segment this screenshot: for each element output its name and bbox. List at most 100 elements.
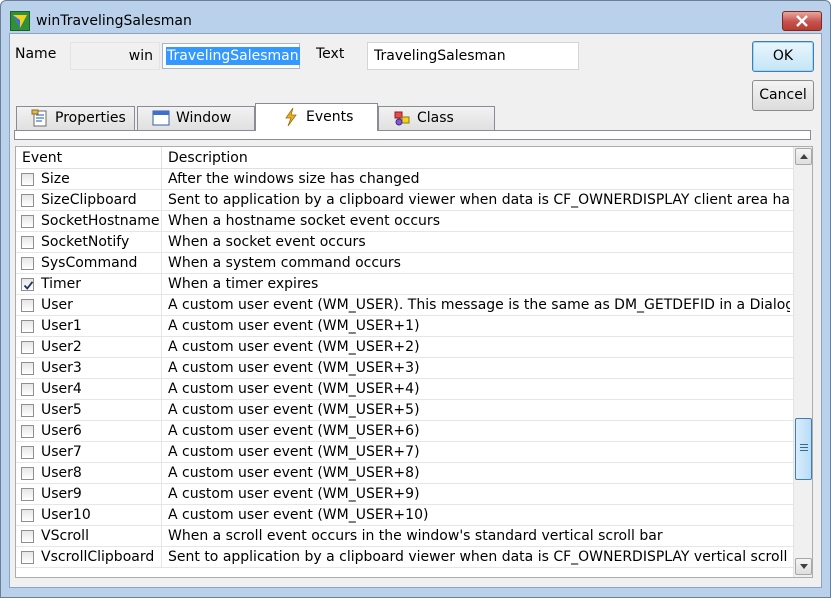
table-row[interactable]: Timer When a timer expires [16, 274, 793, 295]
event-checkbox[interactable] [21, 257, 34, 270]
event-cell: SysCommand [16, 253, 162, 274]
table-row[interactable]: User9 A custom user event (WM_USER+9) [16, 484, 793, 505]
event-cell: SizeClipboard [16, 190, 162, 211]
event-cell: User7 [16, 442, 162, 463]
event-checkbox[interactable] [21, 320, 34, 333]
table-row[interactable]: User3 A custom user event (WM_USER+3) [16, 358, 793, 379]
column-header-description[interactable]: Description [162, 147, 793, 169]
event-name: User [41, 297, 73, 313]
table-row[interactable]: User A custom user event (WM_USER). This … [16, 295, 793, 316]
event-description: Sent to application by a clipboard viewe… [168, 192, 790, 208]
checkmark-icon [23, 281, 34, 290]
event-description: When a hostname socket event occurs [168, 213, 440, 229]
text-input[interactable]: TravelingSalesman [367, 42, 579, 70]
table-row[interactable]: User10 A custom user event (WM_USER+10) [16, 505, 793, 526]
event-cell: User2 [16, 337, 162, 358]
scroll-thumb[interactable] [795, 418, 812, 480]
table-row[interactable]: User8 A custom user event (WM_USER+8) [16, 463, 793, 484]
event-description: When a scroll event occurs in the window… [168, 528, 663, 544]
lightning-icon [285, 108, 297, 126]
name-prefix-field: win [70, 42, 160, 70]
class-icon [394, 111, 410, 126]
event-checkbox[interactable] [21, 383, 34, 396]
table-row[interactable]: User4 A custom user event (WM_USER+4) [16, 379, 793, 400]
tab-class[interactable]: Class [378, 106, 495, 130]
name-input-value: TravelingSalesman [166, 47, 300, 65]
event-checkbox[interactable] [21, 236, 34, 249]
arrow-up-icon [800, 154, 808, 159]
grid-rows: Size After the windows size has changed Si… [16, 169, 793, 568]
event-checkbox[interactable] [21, 551, 34, 564]
event-description: After the windows size has changed [168, 171, 420, 187]
table-row[interactable]: User2 A custom user event (WM_USER+2) [16, 337, 793, 358]
event-description: A custom user event (WM_USER+10) [168, 507, 429, 523]
arrow-down-icon [800, 564, 808, 569]
event-cell: VScroll [16, 526, 162, 547]
table-row[interactable]: VScroll When a scroll event occurs in the… [16, 526, 793, 547]
event-checkbox[interactable] [21, 173, 34, 186]
tab-window[interactable]: Window [137, 106, 255, 130]
event-checkbox[interactable] [21, 488, 34, 501]
column-header-event[interactable]: Event [16, 147, 162, 169]
event-checkbox[interactable] [21, 341, 34, 354]
event-name: SizeClipboard [41, 192, 137, 208]
event-checkbox[interactable] [21, 299, 34, 312]
tab-panel [14, 130, 811, 140]
tab-properties[interactable]: Properties [16, 106, 135, 130]
ok-button[interactable]: OK [752, 41, 814, 72]
scroll-down-button[interactable] [795, 558, 812, 575]
event-checkbox[interactable] [21, 362, 34, 375]
event-checkbox[interactable] [21, 278, 34, 291]
event-description: A custom user event (WM_USER+8) [168, 465, 420, 481]
event-cell: Timer [16, 274, 162, 295]
event-checkbox[interactable] [21, 425, 34, 438]
table-row[interactable]: User6 A custom user event (WM_USER+6) [16, 421, 793, 442]
event-name: User9 [41, 486, 82, 502]
table-row[interactable]: Size After the windows size has changed [16, 169, 793, 190]
table-row[interactable]: User5 A custom user event (WM_USER+5) [16, 400, 793, 421]
table-row[interactable]: VscrollClipboard Sent to application by a… [16, 547, 793, 568]
title-bar[interactable]: winTravelingSalesman [1, 1, 830, 33]
event-name: User6 [41, 423, 82, 439]
event-checkbox[interactable] [21, 509, 34, 522]
event-name: Timer [41, 276, 82, 292]
event-cell: User6 [16, 421, 162, 442]
event-cell: SocketNotify [16, 232, 162, 253]
event-description: A custom user event (WM_USER+6) [168, 423, 420, 439]
table-row[interactable]: SizeClipboard Sent to application by a cl… [16, 190, 793, 211]
event-description: A custom user event (WM_USER+4) [168, 381, 420, 397]
event-cell: User4 [16, 379, 162, 400]
table-row[interactable]: SocketHostname When a hostname socket eve… [16, 211, 793, 232]
tab-class-label: Class [417, 110, 454, 126]
thumb-grip [800, 444, 808, 445]
event-name: User7 [41, 444, 82, 460]
scroll-up-button[interactable] [795, 148, 812, 165]
event-description: A custom user event (WM_USER+9) [168, 486, 420, 502]
event-cell: User1 [16, 316, 162, 337]
tab-events[interactable]: Events [255, 103, 378, 131]
events-grid[interactable]: Event Description Size After the windows … [15, 146, 813, 578]
event-name: User5 [41, 402, 82, 418]
name-input[interactable]: TravelingSalesman [162, 43, 300, 69]
event-checkbox[interactable] [21, 404, 34, 417]
event-description: A custom user event (WM_USER+3) [168, 360, 420, 376]
close-button[interactable] [782, 11, 822, 31]
event-checkbox[interactable] [21, 467, 34, 480]
event-checkbox[interactable] [21, 194, 34, 207]
app-icon [10, 11, 30, 31]
table-row[interactable]: SocketNotify When a socket event occurs [16, 232, 793, 253]
vertical-scrollbar[interactable] [793, 147, 812, 577]
event-checkbox[interactable] [21, 446, 34, 459]
table-row[interactable]: User7 A custom user event (WM_USER+7) [16, 442, 793, 463]
event-checkbox[interactable] [21, 215, 34, 228]
event-checkbox[interactable] [21, 530, 34, 543]
cancel-button[interactable]: Cancel [752, 80, 814, 111]
event-cell: User5 [16, 400, 162, 421]
event-description: A custom user event (WM_USER+1) [168, 318, 420, 334]
name-label: Name [15, 46, 57, 62]
table-row[interactable]: User1 A custom user event (WM_USER+1) [16, 316, 793, 337]
event-name: SocketHostname [41, 213, 160, 229]
table-row[interactable]: SysCommand When a system command occurs [16, 253, 793, 274]
event-cell: VscrollClipboard [16, 547, 162, 568]
text-label: Text [316, 46, 345, 62]
